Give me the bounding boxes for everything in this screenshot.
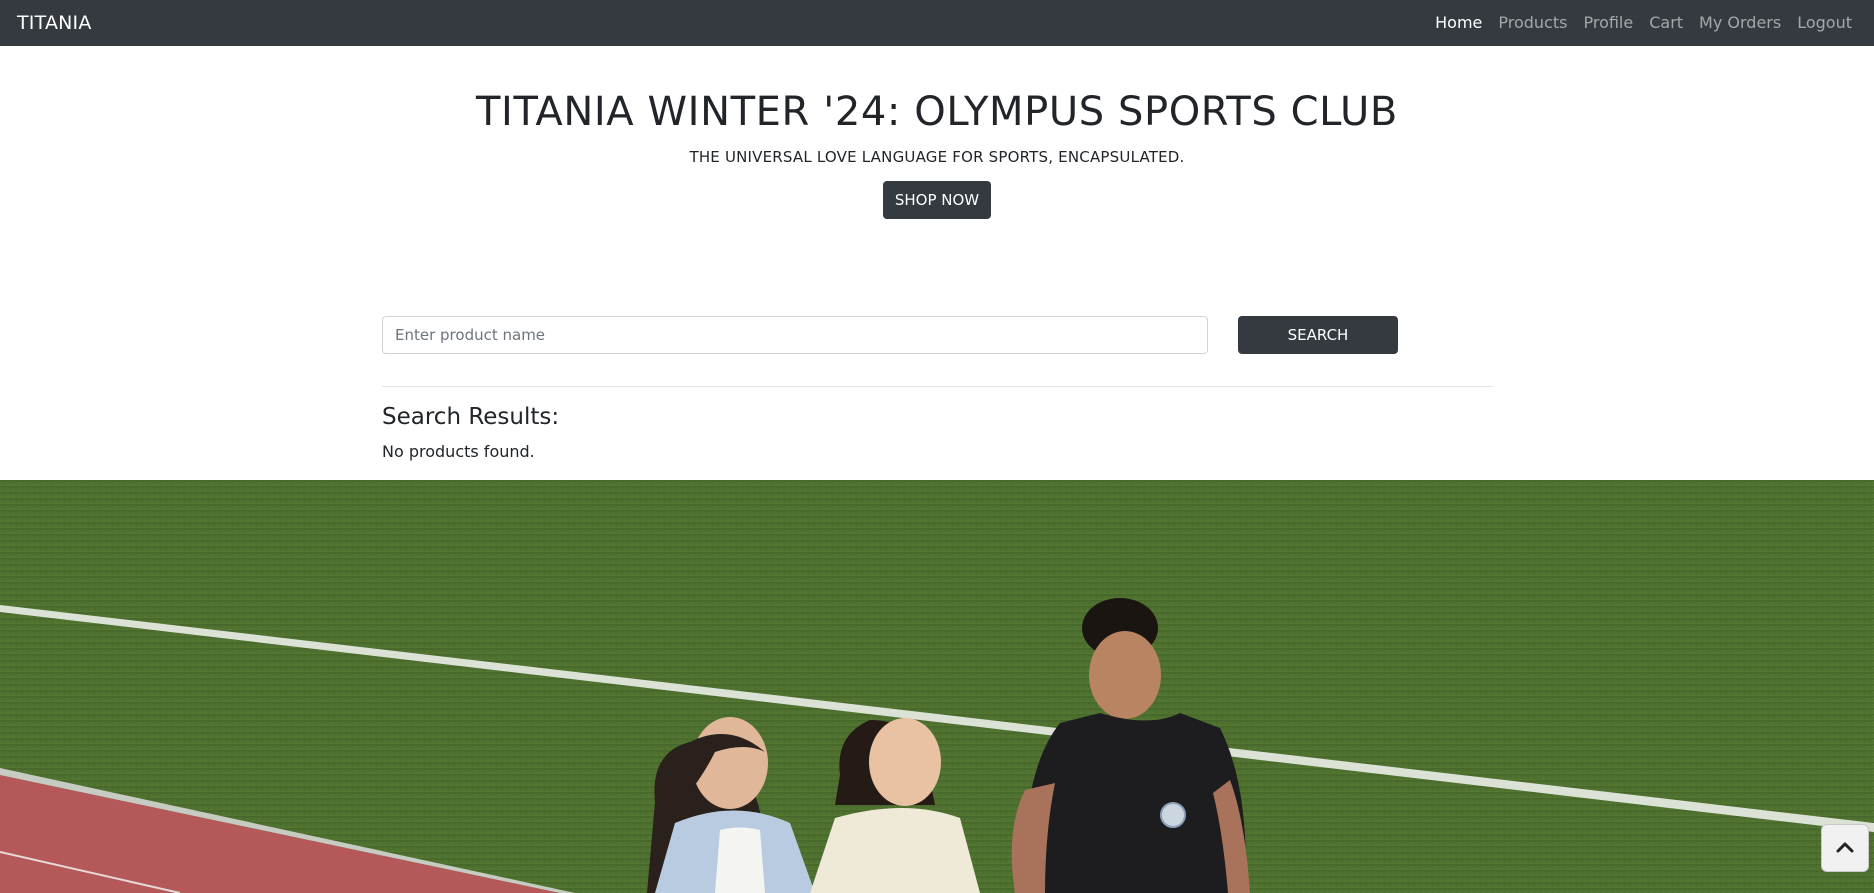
nav-link-cart[interactable]: Cart [1641, 0, 1691, 46]
hero-section: TITANIA WINTER '24: OLYMPUS SPORTS CLUB … [0, 46, 1874, 219]
chevron-up-icon [1835, 839, 1855, 858]
banner-image [0, 480, 1874, 893]
back-to-top-button[interactable] [1821, 824, 1869, 872]
nav-link-logout[interactable]: Logout [1789, 0, 1860, 46]
search-input[interactable] [382, 316, 1208, 354]
nav-link-my-orders[interactable]: My Orders [1691, 0, 1789, 46]
hero-subtitle: THE UNIVERSAL LOVE LANGUAGE FOR SPORTS, … [689, 148, 1185, 166]
nav-link-products[interactable]: Products [1490, 0, 1575, 46]
section-divider [382, 386, 1493, 387]
nav-link-home[interactable]: Home [1427, 0, 1490, 46]
shop-now-button[interactable]: SHOP NOW [882, 181, 992, 219]
search-form: SEARCH [382, 316, 1493, 354]
brand-logo-link[interactable]: TITANIA [17, 12, 92, 34]
search-results-heading: Search Results: [382, 404, 560, 430]
search-button[interactable]: SEARCH [1238, 316, 1398, 354]
hero-title: TITANIA WINTER '24: OLYMPUS SPORTS CLUB [476, 89, 1398, 135]
nav-links: Home Products Profile Cart My Orders Log… [1427, 0, 1860, 46]
top-navbar: TITANIA Home Products Profile Cart My Or… [0, 0, 1874, 46]
nav-link-profile[interactable]: Profile [1575, 0, 1641, 46]
search-results-empty-message: No products found. [382, 442, 535, 461]
